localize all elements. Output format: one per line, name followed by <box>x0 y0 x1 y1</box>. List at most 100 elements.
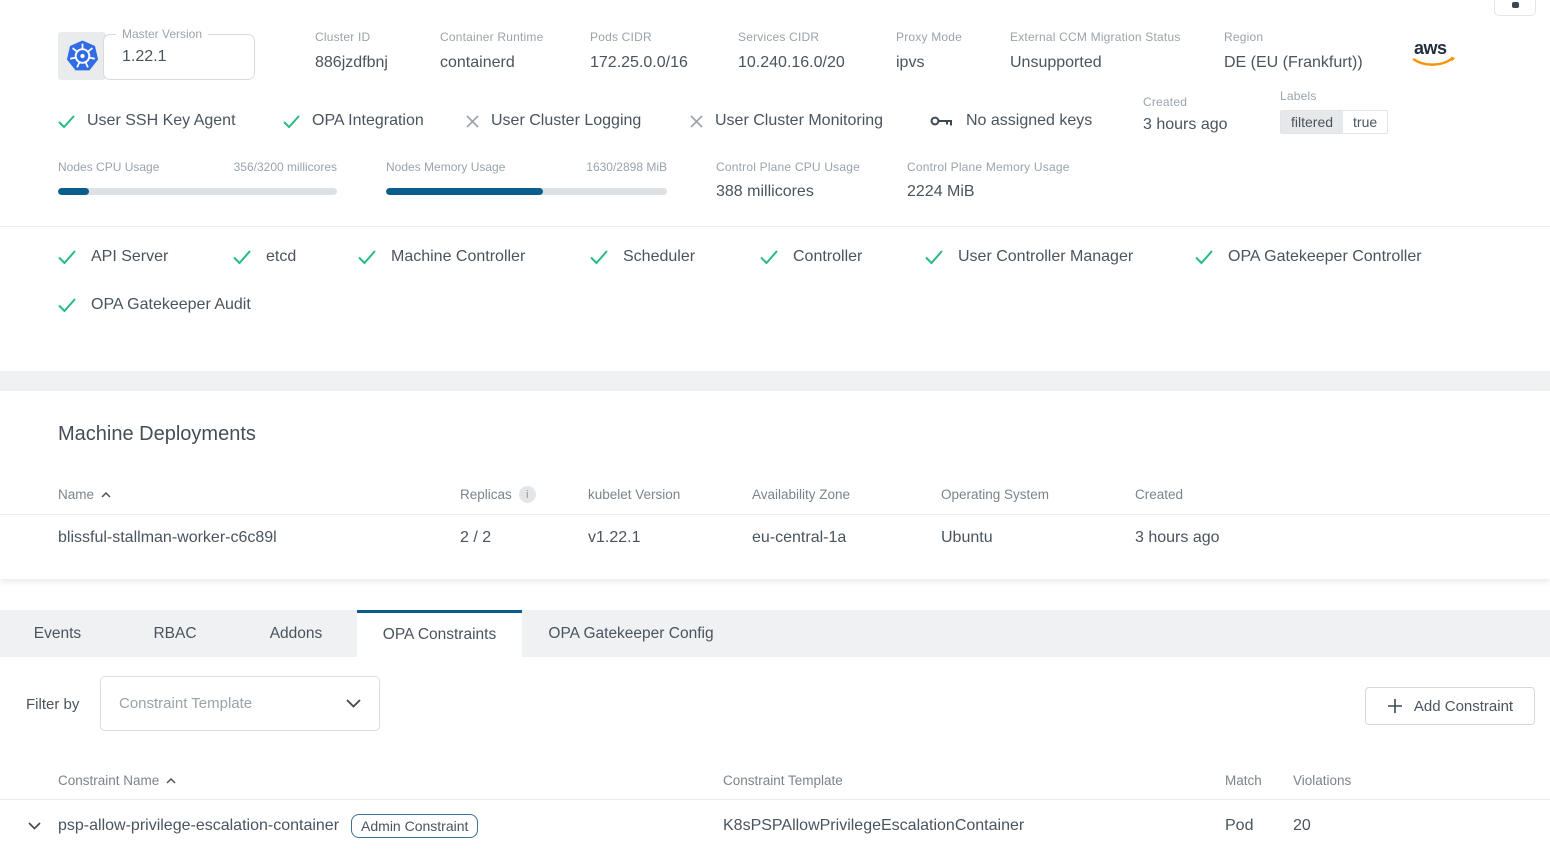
column-created: Created <box>1135 487 1550 502</box>
progress-fill <box>58 188 89 195</box>
feature-label: User Cluster Logging <box>491 112 641 130</box>
health-opa-gatekeeper-controller: OPA Gatekeeper Controller <box>1195 248 1422 266</box>
machine-deployments-title: Machine Deployments <box>58 423 256 446</box>
select-placeholder: Constraint Template <box>119 695 346 712</box>
check-icon <box>925 250 943 264</box>
field-value: Unsupported <box>1010 54 1102 71</box>
column-label: Replicas <box>460 487 512 502</box>
check-icon <box>760 250 778 264</box>
control-plane-health-row: API Server etcd Machine Controller Sched… <box>58 248 1422 266</box>
feature-user-cluster-monitoring: User Cluster Monitoring <box>690 112 930 134</box>
column-availability-zone: Availability Zone <box>752 487 941 502</box>
md-kubelet-version: v1.22.1 <box>588 529 752 547</box>
control-plane-cpu-usage: Control Plane CPU Usage 388 millicores <box>716 160 907 201</box>
md-operating-system: Ubuntu <box>941 529 1135 547</box>
chevron-down-icon <box>346 699 361 708</box>
ssh-keys-status[interactable]: No assigned keys <box>930 112 1143 134</box>
tab-opa-constraints[interactable]: OPA Constraints <box>357 610 522 657</box>
field-pods-cidr: Pods CIDR 172.25.0.0/16 <box>590 28 738 72</box>
created-value: 3 hours ago <box>1143 116 1280 134</box>
column-match: Match <box>1225 773 1293 788</box>
constraint-name: psp-allow-privilege-escalation-container <box>58 817 339 835</box>
field-label: Proxy Mode <box>896 30 1010 44</box>
machine-deployments-header: Name Replicas i kubelet Version Availabi… <box>0 475 1550 515</box>
labels-label: Labels <box>1280 89 1388 103</box>
check-icon <box>1195 250 1213 264</box>
created-block: Created 3 hours ago <box>1143 95 1280 134</box>
field-cluster-id: Cluster ID 886jzdfbnj <box>315 28 440 72</box>
feature-opa-integration: OPA Integration <box>283 112 466 134</box>
machine-deployment-row[interactable]: blissful-stallman-worker-c6c89l 2 / 2 v1… <box>0 515 1550 561</box>
health-scheduler: Scheduler <box>590 248 760 266</box>
field-region: Region DE (EU (Frankfurt)) <box>1224 28 1413 72</box>
kubernetes-icon <box>66 40 99 72</box>
progress-track <box>58 188 337 195</box>
field-label: Cluster ID <box>315 30 440 44</box>
usage-value: 2224 MiB <box>907 183 975 200</box>
feature-label: User SSH Key Agent <box>87 112 236 130</box>
health-label: Scheduler <box>623 248 695 266</box>
nodes-memory-usage: Nodes Memory Usage 1630/2898 MiB <box>386 160 667 201</box>
field-services-cidr: Services CIDR 10.240.16.0/20 <box>738 28 896 72</box>
health-api-server: API Server <box>58 248 233 266</box>
plus-icon <box>1387 698 1403 714</box>
info-icon[interactable]: i <box>519 486 536 503</box>
column-name[interactable]: Name <box>58 487 460 502</box>
tab-addons[interactable]: Addons <box>235 610 357 657</box>
field-label: Services CIDR <box>738 30 896 44</box>
add-constraint-button[interactable]: Add Constraint <box>1365 687 1535 725</box>
health-label: Controller <box>793 248 862 266</box>
feature-label: OPA Integration <box>312 112 424 130</box>
tab-events[interactable]: Events <box>0 610 115 657</box>
resource-usage-row: Nodes CPU Usage 356/3200 millicores Node… <box>58 160 1098 201</box>
usage-value: 356/3200 millicores <box>234 160 337 174</box>
section-divider <box>0 226 1550 227</box>
health-machine-controller: Machine Controller <box>358 248 590 266</box>
label-chip-value: true <box>1343 111 1387 133</box>
column-kubelet-version: kubelet Version <box>588 487 752 502</box>
column-constraint-template: Constraint Template <box>723 773 1225 788</box>
column-label: Name <box>58 487 94 502</box>
usage-value: 1630/2898 MiB <box>586 160 667 174</box>
field-value: 172.25.0.0/16 <box>590 54 688 71</box>
constraint-row[interactable]: psp-allow-privilege-escalation-container… <box>0 800 1550 851</box>
health-label: OPA Gatekeeper Audit <box>91 296 251 314</box>
health-user-controller-manager: User Controller Manager <box>925 248 1195 266</box>
cluster-features-row: User SSH Key Agent OPA Integration User … <box>58 90 1388 134</box>
master-version-label: Master Version <box>116 27 208 41</box>
key-icon <box>930 113 954 129</box>
tab-rbac[interactable]: RBAC <box>115 610 235 657</box>
health-opa-gatekeeper-audit: OPA Gatekeeper Audit <box>58 296 251 314</box>
health-label: Machine Controller <box>391 248 525 266</box>
add-constraint-label: Add Constraint <box>1414 698 1513 715</box>
field-label: Container Runtime <box>440 30 590 44</box>
column-constraint-name[interactable]: Constraint Name <box>58 773 723 788</box>
x-icon <box>690 115 703 128</box>
master-version-field: Master Version 1.22.1 <box>103 34 255 80</box>
usage-value: 388 millicores <box>716 183 814 200</box>
dots-icon <box>1512 2 1519 8</box>
field-value: containerd <box>440 54 515 71</box>
column-operating-system: Operating System <box>941 487 1135 502</box>
master-version-box: Master Version 1.22.1 <box>58 28 315 80</box>
tab-opa-gatekeeper-config[interactable]: OPA Gatekeeper Config <box>522 610 740 657</box>
constraint-template-select[interactable]: Constraint Template <box>100 676 380 731</box>
created-label: Created <box>1143 95 1280 109</box>
x-icon <box>466 115 479 128</box>
section-spacer <box>0 371 1550 391</box>
filter-by-label: Filter by <box>26 696 79 713</box>
usage-label: Nodes CPU Usage <box>58 160 159 174</box>
cluster-detail-page: Master Version 1.22.1 Cluster ID 886jzdf… <box>0 0 1550 851</box>
constraint-match: Pod <box>1225 817 1293 835</box>
field-value: DE (EU (Frankfurt)) <box>1224 54 1363 71</box>
cluster-info-row: Master Version 1.22.1 Cluster ID 886jzdf… <box>58 28 1413 80</box>
machine-deployments-card: Machine Deployments Name Replicas i kube… <box>0 391 1550 579</box>
feature-label: User Cluster Monitoring <box>715 112 883 130</box>
health-label: OPA Gatekeeper Controller <box>1228 248 1422 266</box>
control-plane-memory-usage: Control Plane Memory Usage 2224 MiB <box>907 160 1098 201</box>
more-options-button[interactable] <box>1494 0 1536 16</box>
field-ccm-migration-status: External CCM Migration Status Unsupporte… <box>1010 28 1224 72</box>
feature-ssh-key-agent: User SSH Key Agent <box>58 112 283 134</box>
check-icon <box>58 115 75 128</box>
expand-chevron-icon[interactable] <box>28 822 58 830</box>
